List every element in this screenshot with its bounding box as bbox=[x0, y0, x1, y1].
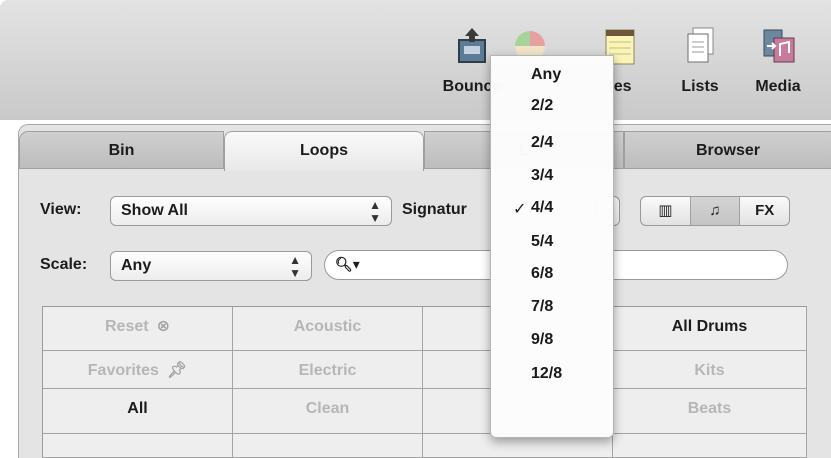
menu-item-label: 9/8 bbox=[531, 331, 554, 348]
view-select-value: Show All bbox=[121, 202, 188, 219]
scale-select-value: Any bbox=[121, 257, 152, 274]
signature-popup-menu: Any 2/2 2/4 3/4 ✓ 4/4 5/4 6/8 7/8 9/8 12/… bbox=[490, 55, 614, 438]
keyword-beats-button[interactable]: Beats bbox=[613, 389, 807, 434]
keyword-acoustic-button[interactable]: Acoustic bbox=[233, 307, 423, 351]
media-icon bbox=[763, 29, 795, 63]
search-icon: 🔍︎▾ bbox=[335, 256, 360, 272]
keyword-label: Favorites bbox=[87, 362, 159, 379]
menu-item-12-8[interactable]: 12/8 bbox=[531, 365, 562, 383]
keyword-label: Reset bbox=[105, 318, 149, 335]
menu-item-label: 12/8 bbox=[531, 365, 563, 382]
bounce-icon bbox=[458, 28, 486, 63]
keyword-all-button[interactable]: All bbox=[43, 389, 233, 434]
scale-label: Scale: bbox=[40, 256, 88, 273]
keyword-button-grid: Reset ⊗ Acoustic All Drums Favorites 📌︎ El… bbox=[42, 306, 807, 458]
menu-item-6-8[interactable]: 6/8 bbox=[531, 265, 553, 283]
up-down-arrows-icon: ▲ ▼ bbox=[369, 198, 381, 225]
keyword-button[interactable] bbox=[43, 434, 233, 458]
lists-icon bbox=[687, 27, 714, 63]
menu-item-9-8[interactable]: 9/8 bbox=[531, 331, 553, 349]
toolbar: Bounce tes Lists Media bbox=[0, 0, 831, 120]
column-view-icon[interactable]: ▥ bbox=[641, 197, 691, 225]
view-label: View: bbox=[40, 201, 82, 218]
menu-item-label: 2/2 bbox=[531, 97, 554, 114]
menu-item-label: 2/4 bbox=[531, 134, 554, 151]
menu-item-label: 7/8 bbox=[531, 298, 554, 315]
pushpin-icon: 📌︎ bbox=[166, 362, 188, 379]
menu-item-2-4[interactable]: 2/4 bbox=[531, 134, 553, 152]
menu-item-label: Any bbox=[531, 66, 562, 83]
menu-item-2-2[interactable]: 2/2 bbox=[531, 97, 553, 115]
menu-item-label: 3/4 bbox=[531, 167, 554, 184]
lists-label: Lists bbox=[681, 78, 719, 95]
tab-bin[interactable]: Bin bbox=[19, 131, 224, 169]
keyword-button[interactable] bbox=[613, 434, 807, 458]
view-select[interactable]: Show All ▲ ▼ bbox=[110, 196, 392, 226]
clear-icon: ⊗ bbox=[156, 318, 170, 335]
tab-loops[interactable]: Loops bbox=[224, 131, 424, 171]
menu-item-5-4[interactable]: 5/4 bbox=[531, 233, 553, 251]
keyword-reset-button[interactable]: Reset ⊗ bbox=[43, 307, 233, 351]
fx-view-button[interactable]: FX bbox=[740, 197, 789, 225]
keyword-button[interactable] bbox=[233, 434, 423, 458]
scale-select[interactable]: Any ▲ ▼ bbox=[110, 251, 312, 281]
menu-item-label: 5/4 bbox=[531, 233, 554, 250]
music-note-icon[interactable]: ♫ bbox=[690, 197, 741, 225]
checkmark-icon: ✓ bbox=[513, 201, 527, 218]
media-label: Media bbox=[755, 78, 801, 95]
menu-item-3-4[interactable]: 3/4 bbox=[531, 167, 553, 185]
keyword-clean-button[interactable]: Clean bbox=[233, 389, 423, 434]
keyword-kits-button[interactable]: Kits bbox=[613, 351, 807, 389]
keyword-electric-button[interactable]: Electric bbox=[233, 351, 423, 389]
menu-item-4-4[interactable]: ✓ 4/4 bbox=[513, 199, 554, 218]
view-mode-segmented-control: ▥ ♫ FX bbox=[640, 196, 790, 226]
menu-item-label: 6/8 bbox=[531, 265, 554, 282]
menu-item-7-8[interactable]: 7/8 bbox=[531, 298, 553, 316]
keyword-favorites-button[interactable]: Favorites 📌︎ bbox=[43, 351, 233, 389]
up-down-arrows-icon: ▲ ▼ bbox=[289, 253, 301, 280]
tab-bar: Bin Loops L Browser bbox=[19, 131, 831, 171]
keyword-all-drums-button[interactable]: All Drums bbox=[613, 307, 807, 351]
menu-item-any[interactable]: Any bbox=[531, 66, 561, 84]
signature-label: Signatur bbox=[402, 201, 467, 218]
tab-browser[interactable]: Browser bbox=[624, 131, 831, 169]
menu-item-label: 4/4 bbox=[531, 199, 554, 216]
